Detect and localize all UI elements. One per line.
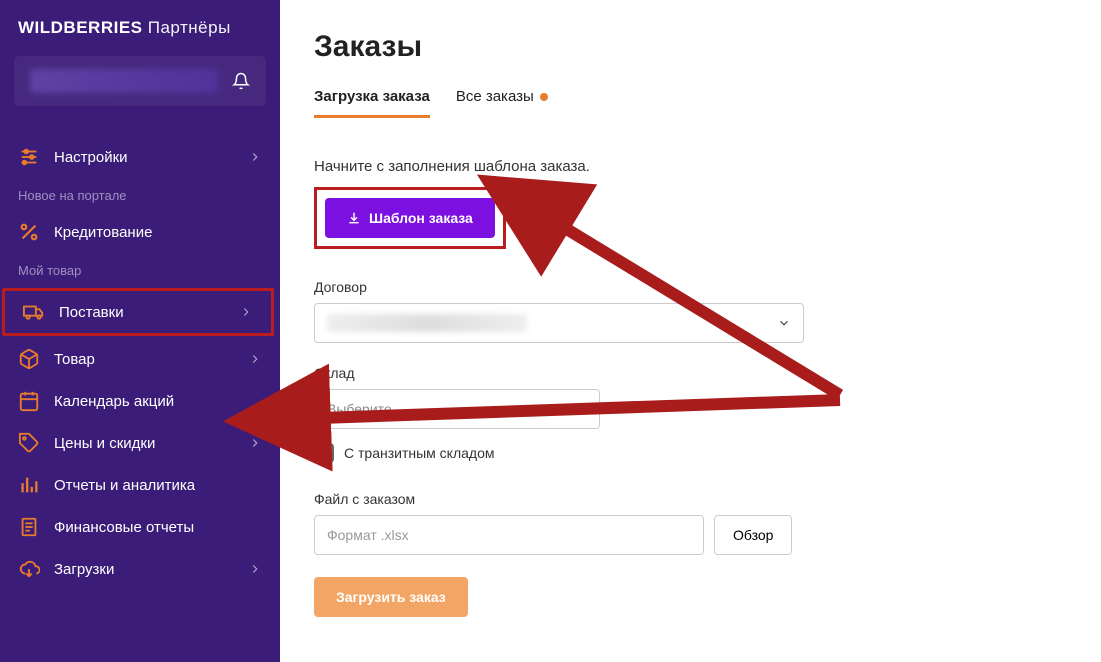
cloud-download-icon [18,558,40,580]
logo-brand: WILDBERRIES [18,18,143,37]
chevron-right-icon [248,352,262,366]
tab-all[interactable]: Все заказы [456,88,548,118]
sidebar-section-new: Новое на портале [0,178,280,211]
page-title: Заказы [314,30,1067,64]
sidebar-item-label: Настройки [54,149,128,166]
calendar-icon [18,390,40,412]
contract-value-blurred [327,314,527,332]
sidebar-item-label: Поставки [59,304,124,321]
template-button[interactable]: Шаблон заказа [325,198,495,238]
user-box[interactable] [14,56,266,106]
warehouse-placeholder: Выберите [327,401,392,417]
lead-text: Начните с заполнения шаблона заказа. [314,158,1067,175]
chevron-right-icon [239,305,253,319]
tag-icon [18,432,40,454]
transit-label: С транзитным складом [344,445,495,461]
sidebar-item-prices[interactable]: Цены и скидки [0,422,280,464]
transit-checkbox[interactable] [314,443,334,463]
sidebar-item-label: Кредитование [54,224,152,241]
template-button-label: Шаблон заказа [369,210,473,226]
logo: WILDBERRIES Партнёры [0,18,280,56]
sidebar-item-reports[interactable]: Отчеты и аналитика [0,464,280,506]
tab-label: Все заказы [456,88,534,105]
sidebar-item-label: Цены и скидки [54,435,155,452]
sidebar-item-label: Товар [54,351,95,368]
warehouse-label: Склад [314,365,1067,381]
truck-icon [23,301,45,323]
user-name-blurred [30,69,218,93]
sidebar-item-settings[interactable]: Настройки [0,136,280,178]
chevron-right-icon [248,436,262,450]
sidebar-item-downloads[interactable]: Загрузки [0,548,280,590]
file-icon [18,516,40,538]
chevron-right-icon [248,562,262,576]
chevron-right-icon [248,150,262,164]
transit-row: С транзитным складом [314,443,1067,463]
template-highlight: Шаблон заказа [314,187,506,249]
tab-upload[interactable]: Загрузка заказа [314,88,430,118]
contract-select[interactable] [314,303,804,343]
file-input[interactable]: Формат .xlsx [314,515,704,555]
sidebar: WILDBERRIES Партнёры Настройки Новое на … [0,0,280,662]
file-placeholder: Формат .xlsx [327,527,409,543]
sidebar-section-goods: Мой товар [0,253,280,286]
file-label: Файл с заказом [314,491,1067,507]
tabs: Загрузка заказа Все заказы [314,88,1067,118]
browse-button[interactable]: Обзор [714,515,792,555]
sidebar-item-label: Финансовые отчеты [54,519,194,536]
warehouse-select[interactable]: Выберите [314,389,600,429]
sidebar-item-finreports[interactable]: Финансовые отчеты [0,506,280,548]
bar-chart-icon [18,474,40,496]
contract-label: Договор [314,279,1067,295]
sidebar-item-calendar[interactable]: Календарь акций [0,380,280,422]
sidebar-item-label: Загрузки [54,561,114,578]
bell-icon[interactable] [232,72,250,90]
download-icon [347,211,361,225]
upload-button-label: Загрузить заказ [336,589,446,605]
file-row: Формат .xlsx Обзор [314,515,1067,555]
tab-label: Загрузка заказа [314,88,430,105]
chevron-down-icon [573,402,587,416]
chevron-down-icon [777,316,791,330]
main-content: Заказы Загрузка заказа Все заказы Начнит… [280,0,1101,662]
sidebar-item-label: Календарь акций [54,393,174,410]
sliders-icon [18,146,40,168]
percent-icon [18,221,40,243]
sidebar-item-product[interactable]: Товар [0,338,280,380]
sidebar-item-label: Отчеты и аналитика [54,477,195,494]
logo-sub: Партнёры [148,18,231,37]
browse-button-label: Обзор [733,527,773,543]
upload-button[interactable]: Загрузить заказ [314,577,468,617]
dot-indicator-icon [540,93,548,101]
box-icon [18,348,40,370]
sidebar-item-credit[interactable]: Кредитование [0,211,280,253]
sidebar-item-deliveries[interactable]: Поставки [2,288,274,336]
